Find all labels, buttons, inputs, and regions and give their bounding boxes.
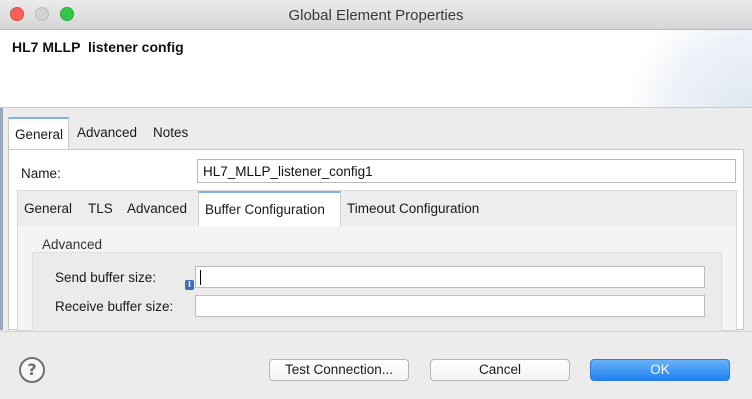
receive-buffer-size-label: Receive buffer size: [55,299,174,314]
inner-tab-tls-label: TLS [88,201,113,216]
send-buffer-size-label: Send buffer size: [55,270,157,285]
cancel-button[interactable]: Cancel [430,359,570,381]
title-bar[interactable]: Global Element Properties [0,0,752,30]
inner-tab-general-label: General [24,201,73,216]
tab-advanced[interactable]: Advanced [71,117,143,149]
dialog-window: Global Element Properties HL7 MLLP liste… [0,0,752,399]
general-tab-panel: Name: General TLS Advanced Buffer Config… [8,149,744,332]
ok-button[interactable]: OK [590,359,730,381]
test-connection-button[interactable]: Test Connection... [269,359,409,381]
header-decoration [612,30,752,107]
name-label: Name: [21,166,61,181]
help-icon[interactable]: ? [19,357,45,383]
inner-tab-tls[interactable]: TLS [82,191,119,227]
tab-notes-label: Notes [153,125,189,140]
inner-tab-timeout-configuration[interactable]: Timeout Configuration [341,191,485,227]
tab-general-label: General [15,127,64,142]
inner-tab-timeout-configuration-label: Timeout Configuration [347,201,480,216]
left-frame-edge [0,108,3,330]
tab-advanced-label: Advanced [77,125,138,140]
inner-tab-advanced-label: Advanced [127,201,188,216]
tab-general[interactable]: General [8,117,69,149]
receive-buffer-size-input[interactable] [195,295,705,317]
advanced-group-box: Send buffer size: i Receive buffer size: [32,252,722,332]
inner-tab-bar: General TLS Advanced Buffer Configuratio… [17,190,737,227]
text-cursor [200,270,201,285]
tab-notes[interactable]: Notes [147,117,194,149]
bottom-divider [0,331,752,332]
inner-tab-advanced[interactable]: Advanced [121,191,193,227]
buffer-configuration-panel: Advanced Send buffer size: i Receive buf… [17,226,737,332]
inner-tab-buffer-configuration[interactable]: Buffer Configuration [198,191,341,227]
dialog-header: HL7 MLLP listener config [0,30,752,108]
name-input[interactable] [197,159,736,183]
info-icon[interactable]: i [185,280,194,290]
send-buffer-size-input[interactable] [195,266,705,288]
header-title: HL7 MLLP listener config [12,39,184,55]
inner-tab-general[interactable]: General [18,191,78,227]
advanced-group-title: Advanced [42,237,103,252]
window-title: Global Element Properties [288,7,464,24]
inner-tab-buffer-configuration-label: Buffer Configuration [205,202,325,217]
